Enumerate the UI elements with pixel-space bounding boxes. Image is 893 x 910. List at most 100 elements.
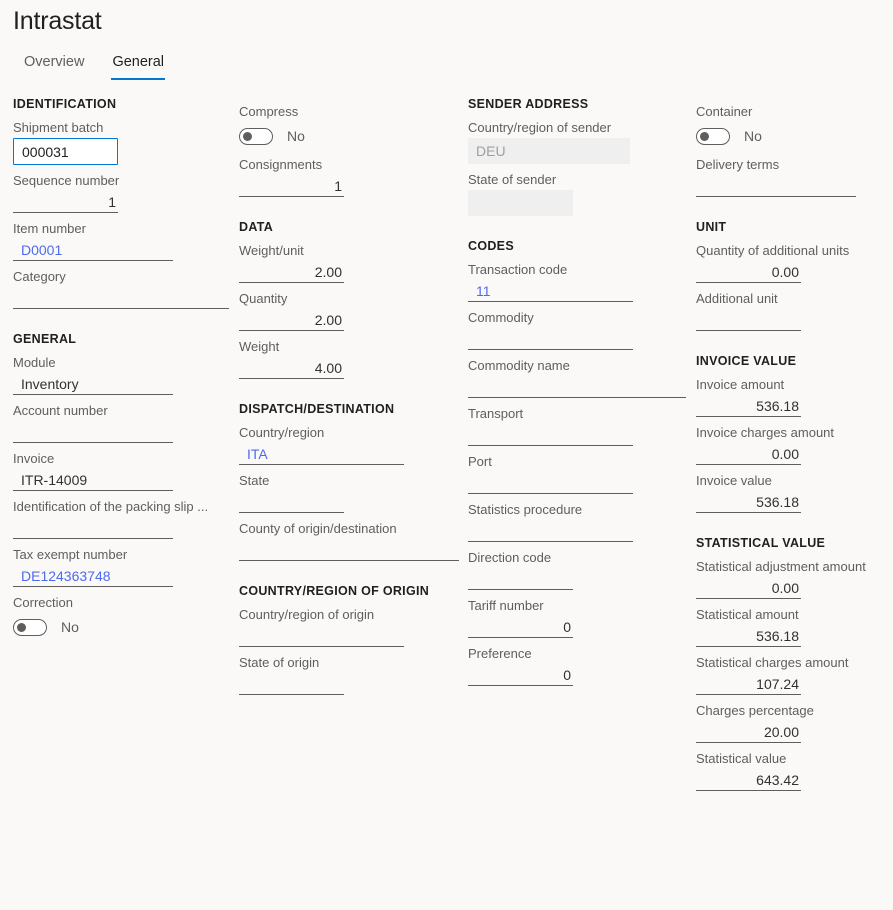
toggle-switch-container[interactable] [696,127,730,145]
field-statistics-procedure: Statistics procedure [468,500,688,542]
field-label: Country/region [239,425,325,440]
input-state[interactable] [239,491,344,513]
input-statistical-adjustment-amount[interactable]: 0.00 [696,577,801,599]
field-value: 0.00 [771,263,799,280]
group-heading-codes: CODES [468,239,514,253]
input-country-region[interactable]: ITA [239,443,404,465]
input-statistical-amount[interactable]: 536.18 [696,625,801,647]
input-county-of-origin-destination[interactable] [239,539,459,561]
input-item-number[interactable]: D0001 [13,239,173,261]
field-delivery-terms: Delivery terms [696,155,886,197]
input-invoice-amount[interactable]: 536.18 [696,395,801,417]
group-heading-sender-address: SENDER ADDRESS [468,97,589,111]
field-value: D0001 [21,241,63,258]
field-transaction-code: Transaction code 11 [468,260,688,302]
field-label: Correction [13,595,73,610]
input-tariff-number[interactable]: 0 [468,616,573,638]
field-label: Country/region of sender [468,120,612,135]
input-commodity[interactable] [468,328,633,350]
field-label: Transport [468,406,524,421]
field-label: Invoice amount [696,377,785,392]
field-label: Direction code [468,550,552,565]
field-label: Preference [468,646,532,661]
input-direction-code[interactable] [468,568,573,590]
form-column-3: SENDER ADDRESS Country/region of sender DE… [468,96,688,686]
field-label: Statistical amount [696,607,799,622]
input-statistics-procedure[interactable] [468,520,633,542]
field-value: 2.00 [314,311,342,328]
input-transport[interactable] [468,424,633,446]
toggle-switch-compress[interactable] [239,127,273,145]
field-quantity-of-additional-units: Quantity of additional units 0.00 [696,241,886,283]
field-label: Category [13,269,66,284]
input-module[interactable]: Inventory [13,373,173,395]
input-sequence-number[interactable]: 1 [13,191,118,213]
field-statistical-amount: Statistical amount 536.18 [696,605,886,647]
field-account-number: Account number [13,401,229,443]
field-value: 2.00 [314,263,342,280]
field-label: Account number [13,403,108,418]
field-label: Shipment batch [13,120,104,135]
field-compress: Compress No [239,102,459,149]
input-consignments[interactable]: 1 [239,175,344,197]
field-statistical-value: Statistical value 643.42 [696,749,886,791]
input-invoice-charges-amount[interactable]: 0.00 [696,443,801,465]
tab-general[interactable]: General [98,52,178,80]
tab-overview[interactable]: Overview [10,52,98,80]
tab-strip: Overview General [10,52,178,80]
group-heading-unit: UNIT [696,220,727,234]
input-port[interactable] [468,472,633,494]
page-title: Intrastat [13,7,102,35]
field-consignments: Consignments 1 [239,155,459,197]
field-value: 0 [563,666,571,683]
field-statistical-charges-amount: Statistical charges amount 107.24 [696,653,886,695]
field-weight-unit: Weight/unit 2.00 [239,241,459,283]
field-value: 1 [108,193,116,210]
field-label: Statistics procedure [468,502,583,517]
input-tax-exempt-number[interactable]: DE124363748 [13,565,173,587]
input-weight-unit[interactable]: 2.00 [239,261,344,283]
field-value: 536.18 [756,493,799,510]
field-value: 536.18 [756,627,799,644]
toggle-row: No [13,614,229,640]
input-additional-unit[interactable] [696,309,801,331]
readonly-state-of-sender [468,190,573,216]
field-label: State of sender [468,172,557,187]
input-category[interactable] [13,287,229,309]
field-port: Port [468,452,688,494]
input-quantity-of-additional-units[interactable]: 0.00 [696,261,801,283]
field-label: State [239,473,270,488]
field-commodity: Commodity [468,308,688,350]
input-charges-percentage[interactable]: 20.00 [696,721,801,743]
input-transaction-code[interactable]: 11 [468,280,633,302]
input-statistical-value[interactable]: 643.42 [696,769,801,791]
toggle-row: No [696,123,886,149]
input-invoice-value[interactable]: 536.18 [696,491,801,513]
input-commodity-name[interactable] [468,376,686,398]
group-heading-general: GENERAL [13,332,77,346]
input-account-number[interactable] [13,421,173,443]
input-preference[interactable]: 0 [468,664,573,686]
field-label: Identification of the packing slip ... [13,499,209,514]
field-label: Tax exempt number [13,547,128,562]
intrastat-page: Intrastat Overview General IDENTIFICATIO… [0,0,893,910]
input-statistical-charges-amount[interactable]: 107.24 [696,673,801,695]
input-weight[interactable]: 4.00 [239,357,344,379]
input-shipment-batch[interactable]: 000031 [13,138,118,165]
field-state-of-sender: State of sender [468,170,688,216]
field-value: DE124363748 [21,567,111,584]
field-state: State [239,471,459,513]
input-country-region-of-origin[interactable] [239,625,404,647]
input-delivery-terms[interactable] [696,175,856,197]
field-invoice-amount: Invoice amount 536.18 [696,375,886,417]
input-quantity[interactable]: 2.00 [239,309,344,331]
input-identification-of-the-packing-slip[interactable] [13,517,173,539]
field-label: Tariff number [468,598,544,613]
toggle-switch-correction[interactable] [13,618,47,636]
field-invoice: Invoice ITR-14009 [13,449,229,491]
field-direction-code: Direction code [468,548,688,590]
input-state-of-origin[interactable] [239,673,344,695]
field-sequence-number: Sequence number 1 [13,171,229,213]
input-invoice[interactable]: ITR-14009 [13,469,173,491]
form-column-4: Container No Delivery terms UNIT Quantity of… [696,96,886,791]
